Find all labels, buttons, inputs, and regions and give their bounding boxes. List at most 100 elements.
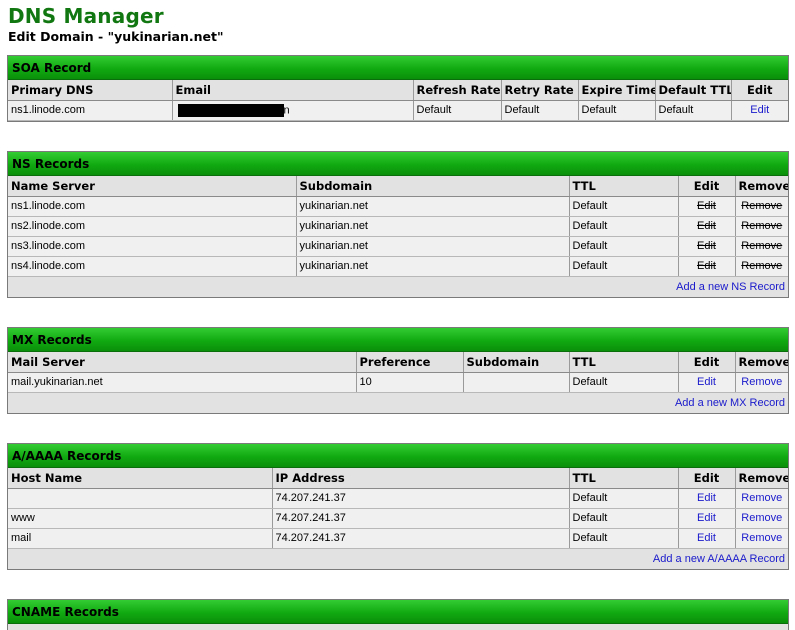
mx-table: Mail Server Preference Subdomain TTL Edi… bbox=[8, 352, 788, 393]
cname-panel: CNAME Records bbox=[7, 599, 789, 630]
a-remove-link[interactable]: Remove bbox=[741, 512, 782, 524]
col-ttl: TTL bbox=[569, 176, 679, 197]
soa-refresh: Default bbox=[413, 100, 502, 121]
col-edit: Edit bbox=[678, 468, 736, 489]
table-row: 74.207.241.37 Default Edit Remove bbox=[8, 488, 788, 509]
col-ip-address: IP Address bbox=[272, 468, 570, 489]
mx-header-row: Mail Server Preference Subdomain TTL Edi… bbox=[8, 352, 788, 373]
ns-header-row: Name Server Subdomain TTL Edit Remove bbox=[8, 176, 788, 197]
a-ttl: Default bbox=[569, 488, 679, 509]
col-retry-rate: Retry Rate bbox=[501, 80, 579, 101]
a-host: mail bbox=[8, 528, 273, 549]
page-title: DNS Manager bbox=[8, 4, 164, 28]
col-edit: Edit bbox=[678, 352, 736, 373]
col-default-ttl: Default TTL bbox=[655, 80, 732, 101]
col-ttl: TTL bbox=[569, 352, 679, 373]
soa-email-suffix: n bbox=[283, 103, 290, 116]
ns-server: ns4.linode.com bbox=[8, 256, 297, 277]
col-edit: Edit bbox=[731, 80, 788, 101]
col-remove: Remove bbox=[735, 468, 788, 489]
ns-server: ns3.linode.com bbox=[8, 236, 297, 257]
redacted-email-block bbox=[177, 103, 284, 117]
a-ttl: Default bbox=[569, 528, 679, 549]
ns-edit-disabled: Edit bbox=[697, 240, 716, 252]
col-remove: Remove bbox=[735, 176, 788, 197]
add-mx-record-link[interactable]: Add a new MX Record bbox=[675, 397, 785, 409]
col-subdomain: Subdomain bbox=[463, 352, 570, 373]
a-ttl: Default bbox=[569, 508, 679, 529]
a-edit-link[interactable]: Edit bbox=[697, 532, 716, 544]
col-mail-server: Mail Server bbox=[8, 352, 357, 373]
ns-subdomain: yukinarian.net bbox=[296, 216, 570, 237]
a-remove-link[interactable]: Remove bbox=[741, 532, 782, 544]
col-edit: Edit bbox=[678, 176, 736, 197]
col-ttl: TTL bbox=[569, 468, 679, 489]
col-preference: Preference bbox=[356, 352, 464, 373]
a-host bbox=[8, 488, 273, 509]
table-row: www 74.207.241.37 Default Edit Remove bbox=[8, 508, 788, 529]
ns-ttl: Default bbox=[569, 236, 679, 257]
soa-table: Primary DNS Email Refresh Rate Retry Rat… bbox=[8, 80, 788, 121]
soa-panel: SOA Record Primary DNS Email Refresh Rat… bbox=[7, 55, 789, 122]
ns-subdomain: yukinarian.net bbox=[296, 196, 570, 217]
soa-edit-link[interactable]: Edit bbox=[750, 104, 769, 116]
mx-preference: 10 bbox=[356, 372, 464, 393]
a-panel: A/AAAA Records Host Name IP Address TTL … bbox=[7, 443, 789, 570]
table-row: ns2.linode.com yukinarian.net Default Ed… bbox=[8, 216, 788, 237]
ns-remove-disabled: Remove bbox=[741, 200, 783, 212]
mx-panel-title: MX Records bbox=[8, 328, 788, 352]
col-host-name: Host Name bbox=[8, 468, 273, 489]
col-remove: Remove bbox=[735, 352, 788, 373]
mx-ttl: Default bbox=[569, 372, 679, 393]
col-primary-dns: Primary DNS bbox=[8, 80, 173, 101]
ns-edit-disabled: Edit bbox=[697, 200, 716, 212]
ns-remove-disabled: Remove bbox=[741, 260, 783, 272]
col-subdomain: Subdomain bbox=[296, 176, 570, 197]
ns-subdomain: yukinarian.net bbox=[296, 256, 570, 277]
a-ip: 74.207.241.37 bbox=[272, 488, 570, 509]
ns-server: ns2.linode.com bbox=[8, 216, 297, 237]
col-name-server: Name Server bbox=[8, 176, 297, 197]
cname-panel-title: CNAME Records bbox=[8, 600, 788, 624]
a-edit-link[interactable]: Edit bbox=[697, 512, 716, 524]
col-expire-time: Expire Time bbox=[578, 80, 656, 101]
a-host: www bbox=[8, 508, 273, 529]
soa-ttl: Default bbox=[655, 100, 732, 121]
a-table: Host Name IP Address TTL Edit Remove 74.… bbox=[8, 468, 788, 549]
ns-panel: NS Records Name Server Subdomain TTL Edi… bbox=[7, 151, 789, 298]
soa-primary-dns: ns1.linode.com bbox=[8, 100, 173, 121]
table-row: ns1.linode.com n Default Default Default… bbox=[8, 100, 788, 121]
mx-edit-link[interactable]: Edit bbox=[697, 376, 716, 388]
ns-subdomain: yukinarian.net bbox=[296, 236, 570, 257]
a-panel-title: A/AAAA Records bbox=[8, 444, 788, 468]
a-remove-link[interactable]: Remove bbox=[741, 492, 782, 504]
ns-ttl: Default bbox=[569, 256, 679, 277]
ns-remove-disabled: Remove bbox=[741, 220, 783, 232]
ns-table: Name Server Subdomain TTL Edit Remove ns… bbox=[8, 176, 788, 277]
ns-ttl: Default bbox=[569, 216, 679, 237]
soa-retry: Default bbox=[501, 100, 579, 121]
table-row: ns4.linode.com yukinarian.net Default Ed… bbox=[8, 256, 788, 277]
a-ip: 74.207.241.37 bbox=[272, 508, 570, 529]
ns-edit-disabled: Edit bbox=[697, 260, 716, 272]
table-row: ns3.linode.com yukinarian.net Default Ed… bbox=[8, 236, 788, 257]
a-ip: 74.207.241.37 bbox=[272, 528, 570, 549]
ns-edit-disabled: Edit bbox=[697, 220, 716, 232]
col-refresh-rate: Refresh Rate bbox=[413, 80, 502, 101]
table-row: mail 74.207.241.37 Default Edit Remove bbox=[8, 528, 788, 549]
ns-remove-disabled: Remove bbox=[741, 240, 783, 252]
mx-remove-link[interactable]: Remove bbox=[741, 376, 782, 388]
soa-email: n bbox=[172, 100, 414, 121]
page-subtitle: Edit Domain - "yukinarian.net" bbox=[8, 29, 224, 44]
mx-panel: MX Records Mail Server Preference Subdom… bbox=[7, 327, 789, 414]
soa-header-row: Primary DNS Email Refresh Rate Retry Rat… bbox=[8, 80, 788, 101]
soa-expire: Default bbox=[578, 100, 656, 121]
add-ns-record-link[interactable]: Add a new NS Record bbox=[676, 281, 785, 293]
col-email: Email bbox=[172, 80, 414, 101]
a-edit-link[interactable]: Edit bbox=[697, 492, 716, 504]
mx-subdomain bbox=[463, 372, 570, 393]
table-row: mail.yukinarian.net 10 Default Edit Remo… bbox=[8, 372, 788, 393]
a-header-row: Host Name IP Address TTL Edit Remove bbox=[8, 468, 788, 489]
soa-panel-title: SOA Record bbox=[8, 56, 788, 80]
add-a-record-link[interactable]: Add a new A/AAAA Record bbox=[653, 553, 785, 565]
